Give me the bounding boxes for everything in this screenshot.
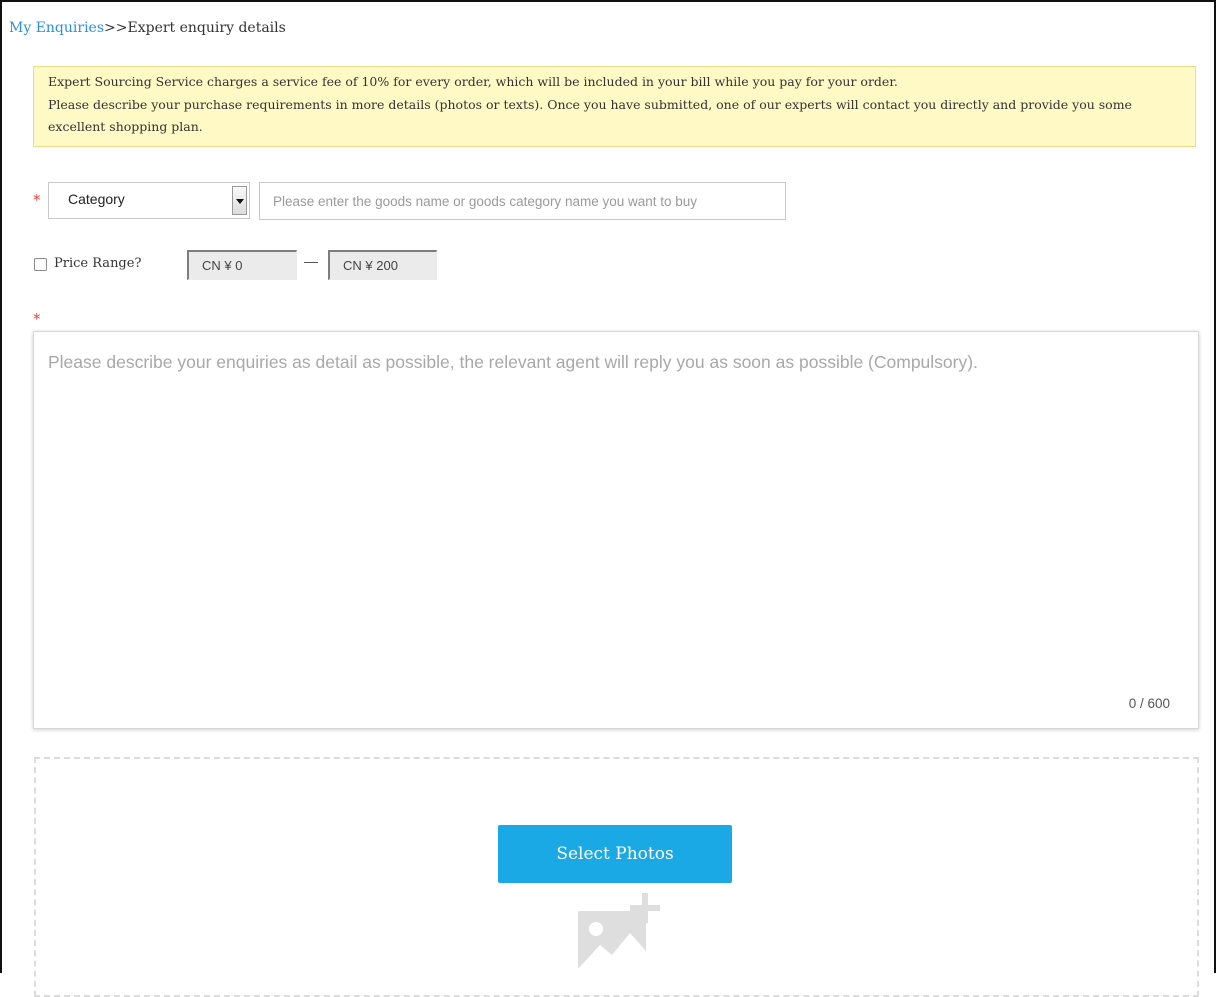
breadcrumb-link-my-enquiries[interactable]: My Enquiries [9,20,104,36]
breadcrumb: My Enquiries>>Expert enquiry details [9,19,286,37]
category-select-value: Category [68,191,125,207]
category-select[interactable]: Category [48,182,250,219]
required-mark-description: * [33,310,41,328]
select-photos-button[interactable]: Select Photos [498,825,732,883]
required-mark-category: * [33,191,41,209]
price-range-checkbox[interactable] [34,258,47,271]
price-max-field[interactable]: CN ¥ 200 [328,250,437,280]
price-range-label: Price Range? [54,256,142,271]
description-textarea[interactable] [34,332,1198,728]
notice-line-fee: Expert Sourcing Service charges a servic… [48,74,898,89]
character-counter: 0 / 600 [1128,696,1170,711]
goods-name-input[interactable] [259,182,786,220]
breadcrumb-separator: >> [104,20,128,36]
notice-line-instructions: Please describe your purchase requiremen… [48,96,1132,135]
price-min-field[interactable]: CN ¥ 0 [187,250,297,280]
price-range-dash [304,262,318,263]
description-box: 0 / 600 [33,331,1199,729]
add-photo-icon [578,893,660,969]
breadcrumb-current: Expert enquiry details [127,20,286,36]
chevron-down-icon [236,199,244,204]
category-dropdown-button[interactable] [232,186,247,215]
service-fee-notice: Expert Sourcing Service charges a servic… [33,66,1196,147]
